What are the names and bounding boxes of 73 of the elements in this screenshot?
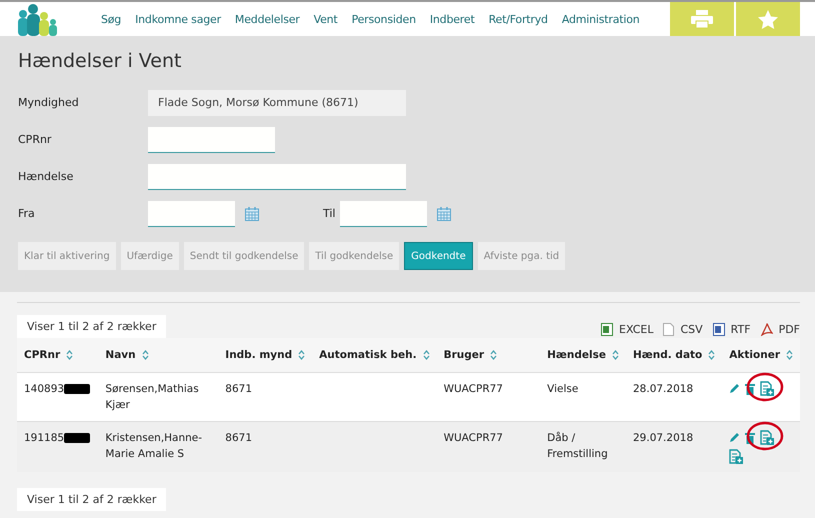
export-link[interactable]: CSV (680, 323, 703, 336)
table-cell-text: 140893 (24, 382, 64, 397)
document-plus-icon[interactable] (760, 430, 774, 445)
column-header[interactable]: Bruger (444, 349, 484, 361)
nav-link[interactable]: Meddelelser (228, 12, 307, 26)
to-date-field[interactable] (340, 200, 426, 226)
pdf-icon (760, 323, 773, 336)
status-tab[interactable]: Godkendte (404, 242, 473, 270)
column-header[interactable]: CPRnr (24, 349, 60, 361)
record-count: Viser 1 til 2 af 2 rækker (17, 315, 166, 338)
table-cell: Kristensen,Hanne-Marie Amalie S (105, 432, 202, 460)
sort-icon[interactable] (708, 350, 716, 360)
spreadsheet-icon (601, 323, 614, 336)
table-cell: WUACPR77 (444, 432, 503, 444)
document-plus-icon[interactable] (760, 381, 774, 396)
printer-icon (691, 10, 713, 28)
redaction-mark (64, 384, 90, 394)
event-input-field[interactable] (148, 164, 406, 190)
sort-icon[interactable] (490, 350, 498, 360)
table-cell: 29.07.2018 (633, 432, 694, 444)
page-title: Hændelser i Vent (18, 50, 182, 72)
field-label: Hændelse (18, 170, 74, 183)
table-cell: 8671 (225, 432, 252, 444)
sort-icon[interactable] (66, 350, 74, 360)
calendar-icon[interactable] (436, 206, 450, 220)
nav-link[interactable]: Vent (306, 12, 345, 26)
trash-icon[interactable] (745, 432, 756, 444)
table-cell: Dåb / Fremstilling (547, 432, 608, 460)
trash-icon[interactable] (745, 382, 756, 394)
cpr-input-field[interactable] (148, 126, 275, 152)
table-cell-text: 191185 (24, 431, 64, 446)
sort-icon[interactable] (422, 350, 430, 360)
field-label: CPRnr (18, 133, 52, 146)
document-plus-icon[interactable] (729, 449, 744, 464)
sort-icon[interactable] (298, 350, 306, 360)
table-cell: 28.07.2018 (633, 383, 694, 395)
authority-field: Flade Sogn, Morsø Kommune (8671) (148, 90, 406, 116)
calendar-icon[interactable] (245, 206, 259, 220)
status-tab[interactable]: Ufærdige (120, 242, 179, 270)
nav-link[interactable]: Ret/Fortryd (482, 12, 555, 26)
record-count: Viser 1 til 2 af 2 rækker (17, 488, 166, 511)
nav-link[interactable]: Administration (554, 12, 647, 26)
status-tab[interactable]: Klar til aktivering (18, 242, 116, 270)
word-document-icon (712, 323, 725, 336)
table-cell: Sørensen,Mathias Kjær (105, 383, 199, 411)
export-link[interactable]: PDF (778, 323, 800, 336)
nav-link[interactable]: Personsiden (344, 12, 423, 26)
column-header[interactable]: Navn (105, 349, 136, 361)
table-cell: 8671 (225, 383, 252, 395)
redaction-mark (64, 433, 90, 443)
nav-link[interactable]: Indberet (422, 12, 482, 26)
field-label: Myndighed (18, 96, 80, 109)
pencil-icon[interactable] (729, 383, 740, 394)
status-tab[interactable]: Til godkendelse (309, 242, 400, 270)
nav-link[interactable]: Søg (94, 12, 128, 26)
field-label: Fra (18, 207, 36, 220)
table-cell: WUACPR77 (444, 383, 503, 395)
nav-link[interactable]: Indkomne sager (128, 12, 228, 26)
status-tab[interactable]: Sendt til godkendelse (184, 242, 304, 270)
from-date-field[interactable] (148, 200, 235, 226)
table-cell: Vielse (547, 383, 578, 395)
pencil-icon[interactable] (729, 432, 740, 443)
sort-icon[interactable] (786, 350, 793, 360)
export-link[interactable]: RTF (730, 323, 751, 336)
sort-icon[interactable] (612, 350, 619, 360)
field-label: Til (323, 207, 336, 220)
star-icon (758, 10, 778, 28)
favorite-button[interactable] (736, 2, 800, 36)
status-tab[interactable]: Afviste pga. tid (478, 242, 566, 270)
print-button[interactable] (670, 2, 734, 36)
export-link[interactable]: EXCEL (619, 323, 654, 336)
sort-icon[interactable] (142, 350, 149, 360)
document-icon (663, 323, 674, 336)
